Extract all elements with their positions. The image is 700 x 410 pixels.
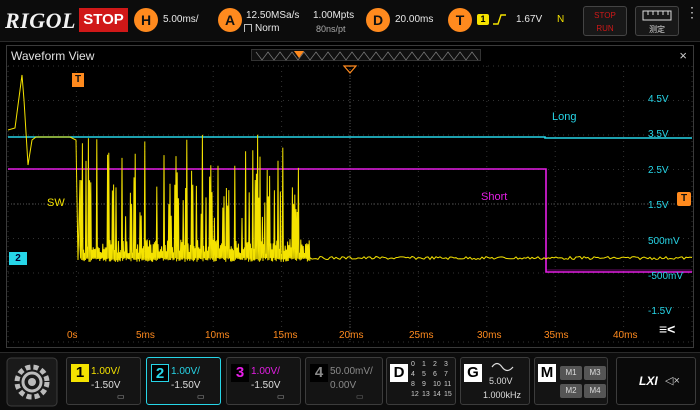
digital-channel-number: 7 (444, 371, 448, 378)
x-axis-label: 0s (67, 330, 78, 341)
channel-1-number: 1 (71, 364, 89, 382)
generator-amplitude: 5.00V (489, 376, 513, 386)
channel-3-offset: -1.50V (251, 380, 281, 391)
digital-channel-number: 10 (433, 381, 441, 388)
generator-key: G (464, 364, 482, 382)
channel-1-offset: -1.50V (91, 380, 121, 391)
bottom-channel-bar: 1 1.00V/ -1.50V ▭ 2 1.00V/ -1.50V ▭ 3 1.… (0, 352, 700, 410)
lxi-status-box[interactable]: LXI ◁× (616, 357, 696, 405)
channel-4-box[interactable]: 4 50.00mV/ 0.00V ▭ (305, 357, 383, 405)
channel-1-box[interactable]: 1 1.00V/ -1.50V ▭ (66, 357, 141, 405)
menu-icon[interactable]: ≡< (659, 321, 675, 337)
digital-channel-number: 4 (411, 371, 415, 378)
channel-3-scale: 1.00V/ (251, 366, 280, 377)
digital-channel-number: 15 (444, 391, 452, 398)
waveform-plot[interactable] (0, 0, 700, 352)
channel-3-number: 3 (231, 364, 249, 382)
trigger-position-marker[interactable]: T (72, 73, 84, 87)
channel-2-coupling-icon: ▭ (197, 392, 205, 401)
y-axis-label: 4.5V (648, 94, 669, 105)
digital-channel-number: 9 (422, 381, 426, 388)
digital-channel-number: 11 (444, 381, 452, 388)
y-axis-label: 3.5V (648, 129, 669, 140)
digital-channel-number: 14 (433, 391, 441, 398)
long-label: Long (552, 111, 577, 123)
oscilloscope-screen: { "topbar": { "brand": "RIGOL", "run_sta… (0, 0, 700, 410)
sw-label: SW (47, 197, 65, 209)
digital-key: D (390, 364, 408, 382)
ch2-trace (8, 136, 692, 139)
digital-channels-box[interactable]: D 0 1 2 3 4 5 6 7 8 9 10 11 12 13 14 15 (386, 357, 456, 405)
digital-channel-number: 8 (411, 381, 415, 388)
math-m3-button[interactable]: M3 (584, 366, 606, 380)
y-axis-label: 2.5V (648, 165, 669, 176)
digital-channel-number: 5 (422, 371, 426, 378)
digital-channel-number: 2 (433, 361, 437, 368)
x-axis-label: 25ms (409, 330, 434, 341)
digital-channel-number: 6 (433, 371, 437, 378)
digital-channel-number: 3 (444, 361, 448, 368)
lxi-label: LXI (639, 374, 658, 388)
x-axis-label: 5ms (136, 330, 155, 341)
channel-2-scale: 1.00V/ (171, 366, 200, 377)
x-axis-label: 40ms (613, 330, 638, 341)
generator-box[interactable]: G 5.00V 1.000kHz (460, 357, 530, 405)
math-m2-button[interactable]: M2 (560, 384, 582, 398)
channel-1-coupling-icon: ▭ (117, 392, 125, 401)
x-axis-label: 35ms (544, 330, 569, 341)
math-box[interactable]: M M1 M3 M2 M4 (534, 357, 608, 405)
channel-4-offset: 0.00V (330, 380, 357, 391)
gear-icon[interactable] (6, 357, 58, 407)
speaker-mute-icon[interactable]: ◁× (665, 374, 680, 387)
short-label: Short (481, 191, 508, 203)
digital-channel-number: 1 (422, 361, 426, 368)
math-key: M (538, 364, 556, 382)
y-axis-label: -500mV (648, 271, 684, 282)
channel-2-number: 2 (151, 364, 169, 382)
math-m4-button[interactable]: M4 (584, 384, 606, 398)
digital-channel-number: 12 (411, 391, 419, 398)
trigger-level-marker[interactable]: T (677, 192, 691, 206)
channel-4-coupling-icon: ▭ (356, 392, 364, 401)
ch2-offset-marker[interactable]: 2 (9, 252, 27, 265)
y-axis-label: -1.5V (648, 306, 672, 317)
x-axis-label: 30ms (477, 330, 502, 341)
digital-channel-number: 0 (411, 361, 415, 368)
channel-3-box[interactable]: 3 1.00V/ -1.50V ▭ (226, 357, 301, 405)
channel-2-offset: -1.50V (171, 380, 201, 391)
channel-3-coupling-icon: ▭ (277, 392, 285, 401)
channel-1-scale: 1.00V/ (91, 366, 120, 377)
generator-frequency: 1.000kHz (483, 390, 522, 400)
x-axis-label: 15ms (273, 330, 298, 341)
sine-icon (491, 362, 514, 372)
digital-channel-number: 13 (422, 391, 430, 398)
y-axis-label: 1.5V (648, 200, 669, 211)
x-axis-label: 10ms (205, 330, 230, 341)
math-m1-button[interactable]: M1 (560, 366, 582, 380)
y-axis-label: 500mV (648, 236, 680, 247)
x-axis-label: 20ms (339, 330, 364, 341)
channel-2-box[interactable]: 2 1.00V/ -1.50V ▭ (146, 357, 221, 405)
channel-4-scale: 50.00mV/ (330, 366, 373, 377)
channel-4-number: 4 (310, 364, 328, 382)
